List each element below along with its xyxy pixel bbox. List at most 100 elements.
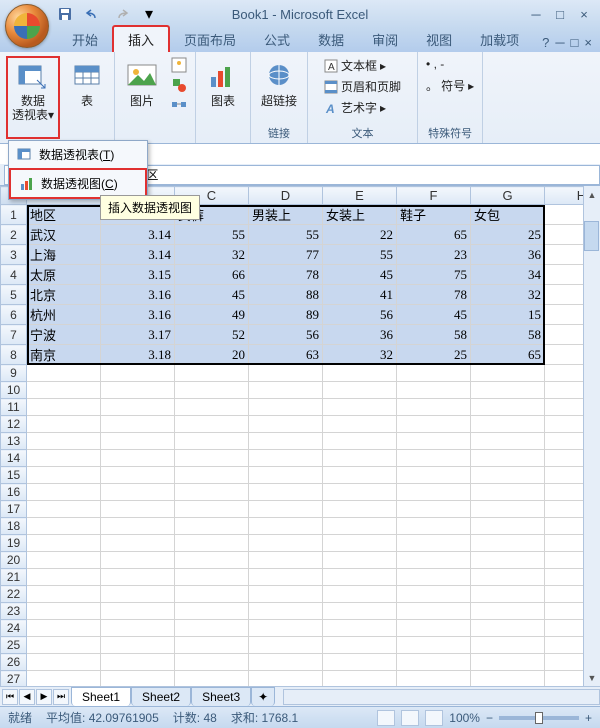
clipart-button[interactable] — [169, 56, 189, 74]
cell-G12[interactable] — [471, 416, 545, 433]
tab-home[interactable]: 开始 — [58, 27, 112, 52]
cell-D14[interactable] — [249, 450, 323, 467]
cell-A2[interactable]: 武汉 — [27, 225, 101, 245]
cell-A7[interactable]: 宁波 — [27, 325, 101, 345]
cell-E26[interactable] — [323, 654, 397, 671]
cell-G22[interactable] — [471, 586, 545, 603]
cell-E7[interactable]: 36 — [323, 325, 397, 345]
view-normal-button[interactable] — [377, 710, 395, 726]
cell-A21[interactable] — [27, 569, 101, 586]
cell-G4[interactable]: 34 — [471, 265, 545, 285]
cell-B25[interactable] — [101, 637, 175, 654]
cell-C24[interactable] — [175, 620, 249, 637]
cell-C15[interactable] — [175, 467, 249, 484]
row-header-10[interactable]: 10 — [1, 382, 27, 399]
wordart-button[interactable]: A艺术字 ▸ — [322, 98, 388, 117]
cell-G19[interactable] — [471, 535, 545, 552]
cell-D15[interactable] — [249, 467, 323, 484]
cell-E1[interactable]: 女装上 — [323, 205, 397, 225]
cell-E16[interactable] — [323, 484, 397, 501]
row-header-20[interactable]: 20 — [1, 552, 27, 569]
table-button[interactable]: 表 — [66, 56, 108, 139]
redo-icon[interactable] — [112, 5, 130, 23]
cell-A3[interactable]: 上海 — [27, 245, 101, 265]
cell-D13[interactable] — [249, 433, 323, 450]
cell-C5[interactable]: 45 — [175, 285, 249, 305]
smartart-button[interactable] — [169, 96, 189, 114]
cell-B5[interactable]: 3.16 — [101, 285, 175, 305]
cell-D22[interactable] — [249, 586, 323, 603]
cell-E24[interactable] — [323, 620, 397, 637]
cell-B24[interactable] — [101, 620, 175, 637]
cell-G13[interactable] — [471, 433, 545, 450]
row-header-27[interactable]: 27 — [1, 671, 27, 687]
cell-A19[interactable] — [27, 535, 101, 552]
cell-C17[interactable] — [175, 501, 249, 518]
cell-F19[interactable] — [397, 535, 471, 552]
cell-F26[interactable] — [397, 654, 471, 671]
row-header-3[interactable]: 3 — [1, 245, 27, 265]
cell-C12[interactable] — [175, 416, 249, 433]
cell-G16[interactable] — [471, 484, 545, 501]
cell-G10[interactable] — [471, 382, 545, 399]
cell-E12[interactable] — [323, 416, 397, 433]
cell-A18[interactable] — [27, 518, 101, 535]
cell-F25[interactable] — [397, 637, 471, 654]
horizontal-scrollbar[interactable] — [283, 689, 600, 705]
cell-F18[interactable] — [397, 518, 471, 535]
cell-B10[interactable] — [101, 382, 175, 399]
cell-B18[interactable] — [101, 518, 175, 535]
cell-G25[interactable] — [471, 637, 545, 654]
minimize-button[interactable]: ─ — [526, 5, 546, 23]
row-header-7[interactable]: 7 — [1, 325, 27, 345]
cell-F7[interactable]: 58 — [397, 325, 471, 345]
pivot-table-button[interactable]: 数据透视表▾ — [6, 56, 60, 139]
cell-A14[interactable] — [27, 450, 101, 467]
header-footer-button[interactable]: 页眉和页脚 — [322, 77, 403, 96]
cell-F6[interactable]: 45 — [397, 305, 471, 325]
cell-G17[interactable] — [471, 501, 545, 518]
cell-E3[interactable]: 55 — [323, 245, 397, 265]
tab-view[interactable]: 视图 — [412, 27, 466, 52]
cell-E11[interactable] — [323, 399, 397, 416]
cell-B9[interactable] — [101, 365, 175, 382]
row-header-5[interactable]: 5 — [1, 285, 27, 305]
cell-D10[interactable] — [249, 382, 323, 399]
cell-F1[interactable]: 鞋子 — [397, 205, 471, 225]
cell-D27[interactable] — [249, 671, 323, 687]
cell-A22[interactable] — [27, 586, 101, 603]
cell-C18[interactable] — [175, 518, 249, 535]
cell-B2[interactable]: 3.14 — [101, 225, 175, 245]
cell-F11[interactable] — [397, 399, 471, 416]
cell-B19[interactable] — [101, 535, 175, 552]
row-header-1[interactable]: 1 — [1, 205, 27, 225]
cell-C14[interactable] — [175, 450, 249, 467]
ribbon-restore[interactable]: □ — [571, 35, 579, 50]
cell-B27[interactable] — [101, 671, 175, 687]
row-header-16[interactable]: 16 — [1, 484, 27, 501]
cell-B6[interactable]: 3.16 — [101, 305, 175, 325]
cell-E17[interactable] — [323, 501, 397, 518]
cell-B14[interactable] — [101, 450, 175, 467]
cell-D7[interactable]: 56 — [249, 325, 323, 345]
cell-G18[interactable] — [471, 518, 545, 535]
cell-G7[interactable]: 58 — [471, 325, 545, 345]
cell-G27[interactable] — [471, 671, 545, 687]
cell-G15[interactable] — [471, 467, 545, 484]
cell-F12[interactable] — [397, 416, 471, 433]
cell-G20[interactable] — [471, 552, 545, 569]
cell-D18[interactable] — [249, 518, 323, 535]
row-header-15[interactable]: 15 — [1, 467, 27, 484]
cell-D2[interactable]: 55 — [249, 225, 323, 245]
cell-F16[interactable] — [397, 484, 471, 501]
row-header-24[interactable]: 24 — [1, 620, 27, 637]
col-header-G[interactable]: G — [471, 187, 545, 205]
cell-E19[interactable] — [323, 535, 397, 552]
cell-E22[interactable] — [323, 586, 397, 603]
cell-G5[interactable]: 32 — [471, 285, 545, 305]
cell-C10[interactable] — [175, 382, 249, 399]
cell-A25[interactable] — [27, 637, 101, 654]
cell-C11[interactable] — [175, 399, 249, 416]
cell-C23[interactable] — [175, 603, 249, 620]
sheet-nav-first[interactable]: ⏮ — [2, 689, 18, 705]
